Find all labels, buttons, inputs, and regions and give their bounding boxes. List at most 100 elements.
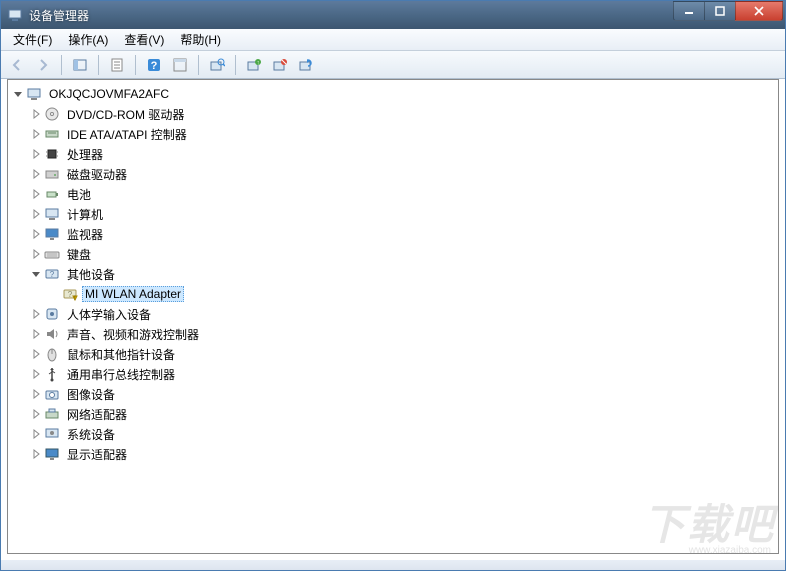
update-driver-button[interactable]: ↑ [242,53,266,77]
scan-hardware-button[interactable] [205,53,229,77]
tree-node[interactable]: 监视器 [8,224,778,244]
tree-node[interactable]: 图像设备 [8,384,778,404]
back-button[interactable] [5,53,29,77]
svg-text:↑: ↑ [257,60,260,66]
tree-node-label[interactable]: 处理器 [64,145,106,164]
properties-button[interactable] [105,53,129,77]
window-controls [674,1,783,21]
tree-node[interactable]: 系统设备 [8,424,778,444]
tree-node-label[interactable]: DVD/CD-ROM 驱动器 [64,105,187,124]
sound-icon [44,326,60,342]
expand-icon[interactable] [30,348,42,360]
tree-node-label[interactable]: 系统设备 [64,425,118,444]
titlebar-left: 设备管理器 [7,7,89,24]
tree-node-label[interactable]: 声音、视频和游戏控制器 [64,325,202,344]
console-tree-button[interactable] [168,53,192,77]
system-icon [44,426,60,442]
hid-icon [44,306,60,322]
uninstall-device-button[interactable] [294,53,318,77]
help-button[interactable]: ? [142,53,166,77]
menu-help[interactable]: 帮助(H) [172,29,229,50]
expand-icon[interactable] [30,248,42,260]
tree-node[interactable]: IDE ATA/ATAPI 控制器 [8,124,778,144]
titlebar[interactable]: 设备管理器 [1,1,785,29]
cpu-icon [44,146,60,162]
statusbar [1,560,785,570]
tree-node-label[interactable]: 电池 [64,185,94,204]
tree-node-label[interactable]: 计算机 [64,205,106,224]
tree-node-label[interactable]: OKJQCJOVMFA2AFC [46,86,172,102]
menubar: 文件(F) 操作(A) 查看(V) 帮助(H) [1,29,785,51]
expand-icon[interactable] [30,148,42,160]
tree-node[interactable]: 显示适配器 [8,444,778,464]
mouse-icon [44,346,60,362]
tree-node-label[interactable]: 通用串行总线控制器 [64,365,178,384]
expand-icon[interactable] [30,168,42,180]
tree-node-label[interactable]: 其他设备 [64,265,118,284]
tree-node-label[interactable]: 键盘 [64,245,94,264]
tree-node[interactable]: 声音、视频和游戏控制器 [8,324,778,344]
show-hide-console-tree-button[interactable] [68,53,92,77]
expand-icon[interactable] [30,308,42,320]
toolbar-separator [235,55,236,75]
ide-icon [44,126,60,142]
expand-icon[interactable] [30,388,42,400]
toolbar: ? ↑ [1,51,785,79]
tree-node[interactable]: ?!MI WLAN Adapter [8,284,778,304]
tree-node-label[interactable]: 磁盘驱动器 [64,165,130,184]
tree-node[interactable]: 键盘 [8,244,778,264]
device-manager-window: 设备管理器 文件(F) 操作(A) 查看(V) 帮助(H) ? [0,0,786,571]
tree-node-label[interactable]: 图像设备 [64,385,118,404]
tree-node-label[interactable]: 网络适配器 [64,405,130,424]
expand-icon[interactable] [30,448,42,460]
tree-node[interactable]: 网络适配器 [8,404,778,424]
imaging-icon [44,386,60,402]
tree-node-label[interactable]: 显示适配器 [64,445,130,464]
tree-node[interactable]: OKJQCJOVMFA2AFC [8,84,778,104]
toolbar-separator [61,55,62,75]
disk-icon [44,166,60,182]
tree-panel[interactable]: OKJQCJOVMFA2AFC DVD/CD-ROM 驱动器IDE ATA/ATA… [7,79,779,554]
menu-view[interactable]: 查看(V) [116,29,172,50]
disable-device-button[interactable] [268,53,292,77]
tree-node[interactable]: 磁盘驱动器 [8,164,778,184]
expand-icon[interactable] [30,188,42,200]
expand-icon[interactable] [30,128,42,140]
menu-action[interactable]: 操作(A) [60,29,116,50]
svg-text:?: ? [68,290,73,299]
expand-icon[interactable] [30,428,42,440]
expand-icon[interactable] [30,328,42,340]
toolbar-separator [198,55,199,75]
tree-node-label[interactable]: 监视器 [64,225,106,244]
tree-node-label[interactable]: 人体学输入设备 [64,305,154,324]
tree-node[interactable]: 计算机 [8,204,778,224]
svg-text:?: ? [50,270,55,279]
expand-icon[interactable] [30,108,42,120]
tree-node-label[interactable]: MI WLAN Adapter [82,286,184,302]
collapse-icon[interactable] [12,88,24,100]
tree-node[interactable]: 电池 [8,184,778,204]
tree-node[interactable]: 通用串行总线控制器 [8,364,778,384]
usb-icon [44,366,60,382]
toolbar-separator [98,55,99,75]
tree-node[interactable]: 人体学输入设备 [8,304,778,324]
tree-node[interactable]: 鼠标和其他指针设备 [8,344,778,364]
tree-node-label[interactable]: IDE ATA/ATAPI 控制器 [64,125,190,144]
minimize-button[interactable] [673,1,705,21]
collapse-icon[interactable] [30,268,42,280]
maximize-button[interactable] [704,1,736,21]
window-title: 设备管理器 [29,7,89,24]
monitor-icon [44,226,60,242]
tree-node[interactable]: 处理器 [8,144,778,164]
other-icon: ? [44,266,60,282]
expand-icon[interactable] [30,208,42,220]
close-button[interactable] [735,1,783,21]
forward-button[interactable] [31,53,55,77]
expand-icon[interactable] [30,228,42,240]
menu-file[interactable]: 文件(F) [5,29,60,50]
tree-node[interactable]: ? 其他设备 [8,264,778,284]
tree-node[interactable]: DVD/CD-ROM 驱动器 [8,104,778,124]
expand-icon[interactable] [30,408,42,420]
expand-icon[interactable] [30,368,42,380]
tree-node-label[interactable]: 鼠标和其他指针设备 [64,345,178,364]
